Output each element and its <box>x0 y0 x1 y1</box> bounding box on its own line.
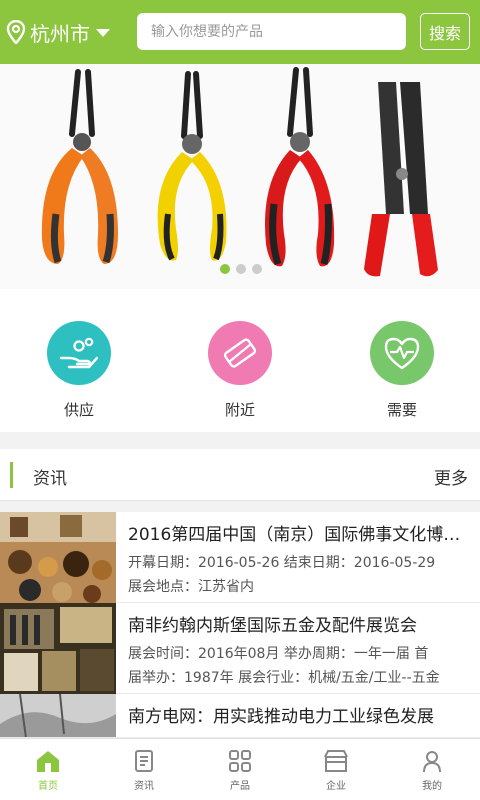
quick-link-need[interactable]: 需要 <box>352 321 452 420</box>
city-name: 杭州市 <box>30 21 90 46</box>
quick-link-supply[interactable]: 供应 <box>29 321 129 420</box>
news-thumbnail <box>0 512 116 603</box>
news-meta: 展会时间：2016年08月 举办周期：一年一届 首 <box>128 646 429 662</box>
tab-label: 首页 <box>38 781 58 792</box>
city-selector[interactable]: 杭州市 <box>6 18 130 47</box>
news-title: 南非约翰内斯堡国际五金及配件展览会 <box>128 616 417 636</box>
tab-companies[interactable]: 企业 <box>288 739 384 800</box>
section-accent-bar <box>10 462 13 488</box>
orange-pliers-icon <box>41 69 118 264</box>
search-input[interactable] <box>137 13 406 50</box>
news-thumbnail <box>0 603 116 694</box>
home-icon <box>37 751 59 772</box>
quick-link-label: 附近 <box>224 401 255 419</box>
grid-icon <box>229 750 251 772</box>
news-title: 2016第四届中国（南京）国际佛事文化博览会 <box>128 525 468 545</box>
news-meta: 展会地点：江苏省内 <box>128 579 254 595</box>
wire-stripper-icon <box>364 82 438 277</box>
tab-home[interactable]: 首页 <box>0 739 96 800</box>
news-meta: 开幕日期：2016-05-26 结束日期：2016-05-29 <box>128 555 436 571</box>
more-link[interactable]: 更多 <box>434 464 468 489</box>
quick-links: 供应 附近 需要 <box>0 289 480 432</box>
carousel-dot[interactable] <box>236 264 246 274</box>
news-section-header: 资讯 更多 <box>0 449 480 501</box>
bottom-tab-bar: 首页 资讯 产品 企业 我的 <box>0 738 480 800</box>
chevron-down-icon <box>96 29 110 37</box>
tab-label: 企业 <box>326 781 346 792</box>
news-title: 南方电网：用实践推动电力工业绿色发展 <box>128 707 434 727</box>
compass-icon <box>208 321 272 385</box>
carousel-dot[interactable] <box>220 264 230 274</box>
news-icon <box>135 750 153 772</box>
location-pin-icon <box>6 20 26 44</box>
news-list: 2016第四届中国（南京）国际佛事文化博览会 开幕日期：2016-05-26 结… <box>0 512 480 738</box>
building-icon <box>324 750 348 772</box>
banner-image <box>41 67 438 277</box>
red-pliers-icon <box>265 67 335 267</box>
tab-label: 资讯 <box>134 781 154 792</box>
quick-link-label: 需要 <box>386 401 417 419</box>
quick-link-nearby[interactable]: 附近 <box>190 321 290 420</box>
news-item[interactable]: 南方电网：用实践推动电力工业绿色发展 <box>0 694 480 738</box>
news-meta: 届举办：1987年 展会行业：机械/五金/工业--五金 <box>128 670 440 686</box>
tab-news[interactable]: 资讯 <box>96 739 192 800</box>
tab-label: 我的 <box>422 781 442 792</box>
tab-products[interactable]: 产品 <box>192 739 288 800</box>
heartbeat-icon <box>370 321 434 385</box>
news-thumbnail <box>0 694 116 737</box>
section-title: 资讯 <box>33 469 67 489</box>
news-item[interactable]: 南非约翰内斯堡国际五金及配件展览会 展会时间：2016年08月 举办周期：一年一… <box>0 603 480 694</box>
search-button[interactable]: 搜索 <box>420 13 470 50</box>
top-header: 杭州市 搜索 <box>0 0 480 64</box>
quick-link-label: 供应 <box>63 401 94 419</box>
carousel-dot[interactable] <box>252 264 262 274</box>
news-item[interactable]: 2016第四届中国（南京）国际佛事文化博览会 开幕日期：2016-05-26 结… <box>0 512 480 603</box>
carousel-indicator <box>220 264 262 274</box>
banner-carousel[interactable] <box>0 64 480 289</box>
tab-mine[interactable]: 我的 <box>384 739 480 800</box>
supply-hand-icon <box>47 321 111 385</box>
tab-label: 产品 <box>230 781 250 792</box>
yellow-pliers-icon <box>157 71 227 261</box>
user-icon <box>423 751 441 773</box>
